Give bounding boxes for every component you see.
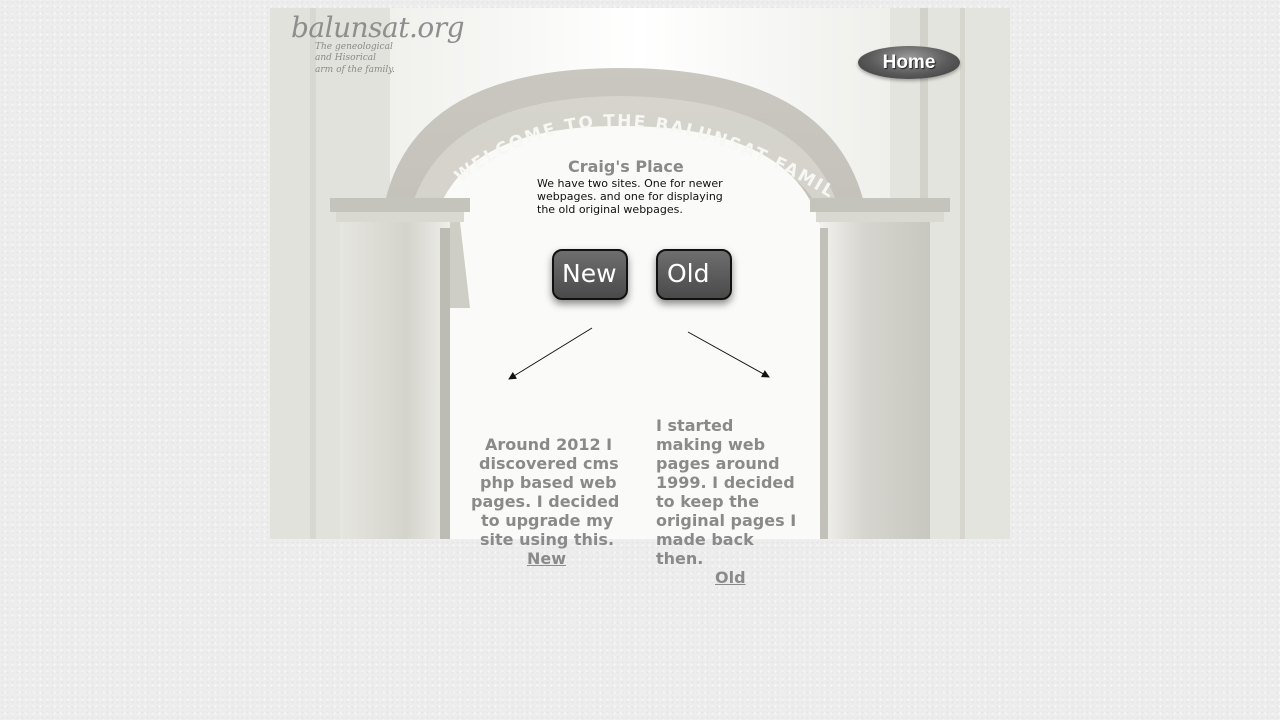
arrow-right — [687, 331, 770, 378]
right-text-line: to keep the — [656, 492, 760, 511]
right-text-line: I started — [656, 416, 734, 435]
left-text-line: site using this. — [480, 530, 615, 549]
right-text-line: made back — [656, 530, 754, 549]
right-text-line: pages around — [656, 454, 780, 473]
left-text-line: pages. I decided — [471, 492, 620, 511]
left-text-line: php based web — [480, 473, 617, 492]
left-text-line: Around 2012 I — [485, 435, 613, 454]
left-text-line: to upgrade my — [481, 511, 614, 530]
right-text-line: 1999. I decided — [656, 473, 795, 492]
right-text-line: then. — [656, 549, 704, 568]
direction-arrows — [508, 327, 770, 380]
left-text-line: discovered cms — [479, 454, 619, 473]
right-text-line: original pages I — [656, 511, 797, 530]
right-text-line: making web — [656, 435, 766, 454]
old-site-link[interactable]: Old — [715, 568, 746, 587]
arrow-left — [508, 327, 593, 380]
new-site-link[interactable]: New — [527, 549, 566, 568]
